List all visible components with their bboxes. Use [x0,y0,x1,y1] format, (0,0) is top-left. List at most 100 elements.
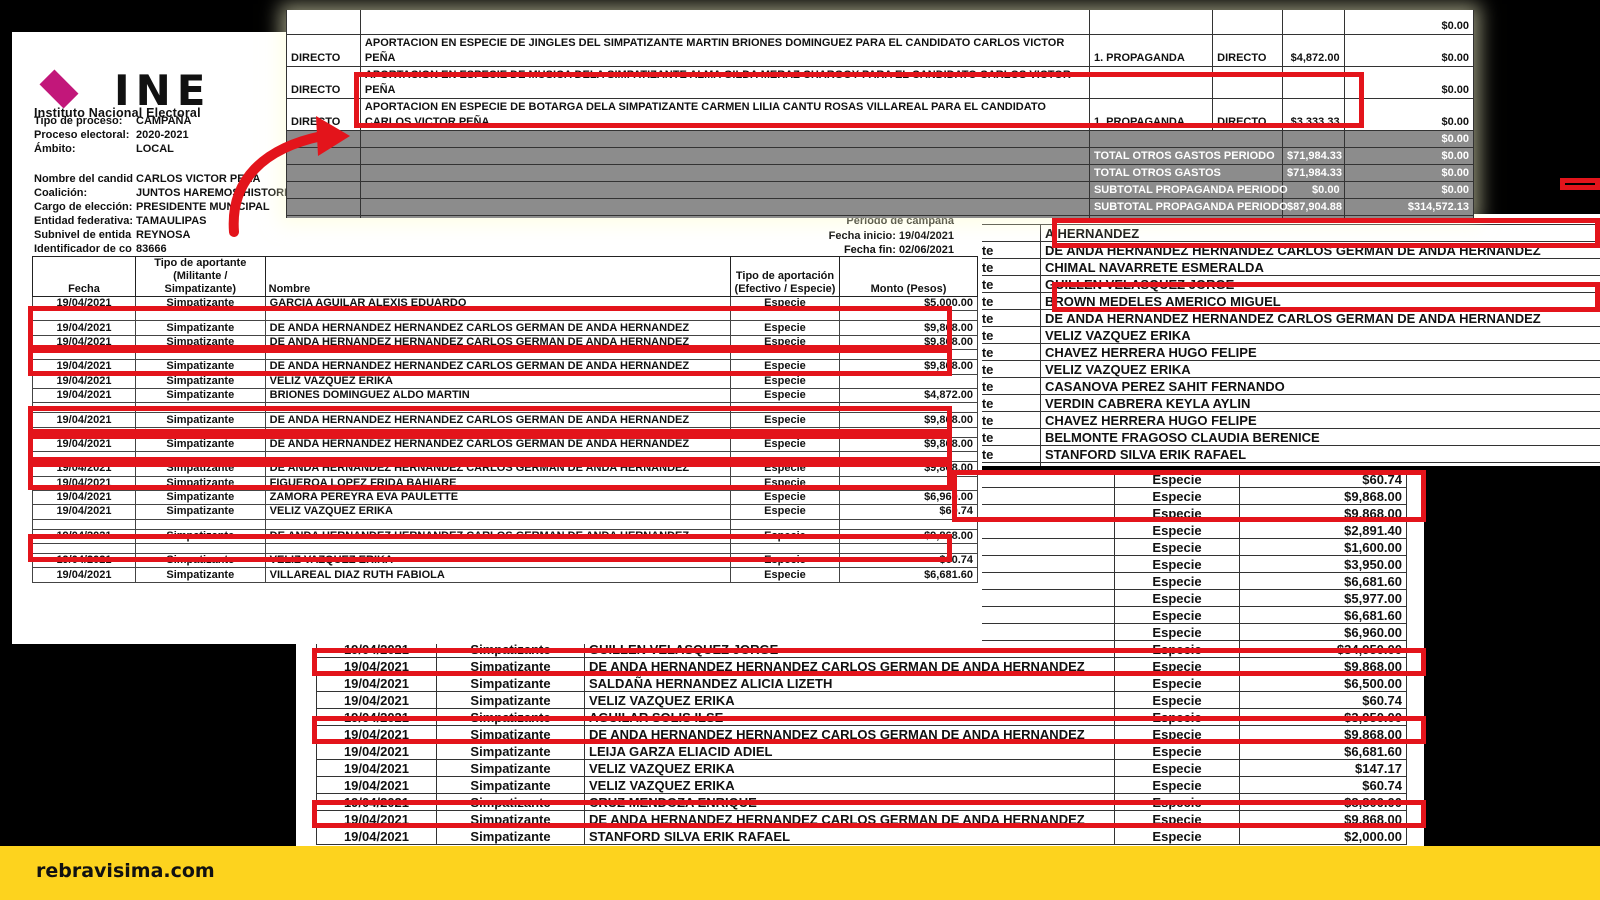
meta-value: REYNOSA [136,229,191,241]
cell-contribution-kind: Especie [729,504,841,520]
cell-date: 19/04/2021 [316,691,437,709]
cell-contributor-type: Simpatizante [436,691,585,709]
cell-name: STANFORD SILVA ERIK RAFAEL [1040,445,1600,463]
meta-label: Nombre del candid [34,173,134,185]
highlight-box [28,434,952,462]
cell-name [264,518,731,530]
cell-expense-description: APORTACION EN ESPECIE DE JINGLES DEL SIM… [359,34,1090,67]
cell-name: VERDIN CABRERA KEYLA AYLIN [1040,394,1600,412]
highlight-box [312,648,1426,676]
cell-contribution-kind: Especie [729,373,841,389]
cell-total-label: SUBTOTAL PROPAGANDA PERIODO [1088,198,1288,216]
cell-blank [359,130,1090,148]
cell-name: VELIZ VAZQUEZ ERIKA [584,691,1115,709]
right-contribution-table: A HERNANDEZatizanteDE ANDA HERNANDEZ HER… [940,224,1600,466]
cell-expense-amount [1281,10,1345,35]
cell-amount: $1,600.00 [1239,538,1407,556]
cell-contribution-kind: Especie [1114,623,1240,641]
highlight-box [354,72,1364,128]
cell-contributor-type: Simpatizante [134,504,266,520]
cell-total-label: SUBTOTAL PROPAGANDA PERIODO [1088,181,1288,199]
meta-value: 83666 [136,243,167,255]
table-row [32,518,978,530]
cell-amount: $6,500.00 [1239,674,1407,692]
highlight-box [28,306,952,350]
table-row: 19/04/2021 Simpatizante VELIZ VAZQUEZ ERI… [32,373,978,389]
cell-total-amount-2: $0.00 [1343,164,1474,182]
cell-name: VELIZ VAZQUEZ ERIKA [584,776,1115,794]
cell-blank [359,215,1090,218]
table-row: atizante VERDIN CABRERA KEYLA AYLIN [940,394,1600,412]
cell-contributor-type: Simpatizante [436,759,585,777]
cell-date: 19/04/2021 [316,759,437,777]
highlight-box [1052,218,1600,248]
cell-total-amount: $71,984.33 [1281,164,1345,182]
meta-value: CAMPAÑA [136,115,192,127]
table-row: atizanteSTANFORD SILVA ERIK RAFAEL [940,445,1600,463]
cell-total-label: TOTAL OTROS GASTOS PERIODO [1088,147,1283,165]
meta-value: LOCAL [136,143,174,155]
cell-expense-description [359,10,1090,35]
cell-date: 19/04/2021 [32,387,136,404]
cell-amount: $6,681.60 [1239,742,1407,760]
cell-amount: $2,891.40 [1239,521,1407,539]
meta-label: Cargo de elección: [34,201,133,213]
cell-amount [839,373,978,389]
cell-expense-type [1212,10,1283,35]
cell-contribution-kind: Especie [1114,759,1240,777]
cell-contributor-type: Simpatizante [134,387,266,404]
cell-amount: $5,977.00 [1239,589,1407,607]
cell-contribution-kind [729,518,841,530]
cell-expense-category [1088,10,1214,35]
red-arrow-icon [228,116,350,237]
cell-contributor-type: Simpatizante [134,373,266,389]
cell-total-label [1088,130,1283,148]
cell-blank [359,181,1090,199]
cell-contribution-kind: Especie [1114,538,1240,556]
cell-contribution-kind: Especie [729,567,841,583]
highlight-box [1560,178,1600,190]
cell-expense-amount-2: $0.00 [1343,34,1474,67]
table-row: 19/04/2021 Simpatizante VILLAREAL DIAZ RUT… [32,567,978,583]
brand-link[interactable]: rebravisima.com [36,860,215,882]
cell-date: 19/04/2021 [316,674,437,692]
table-row: atizante COMPIAN ALVAREZ JUAN FRANCISCO [940,462,1600,466]
cell-name: LEIJA GARZA ELIACID ADIEL [584,742,1115,760]
cell-expense-type: DIRECTO [1212,34,1283,67]
cell-amount: $4,872.00 [839,387,978,404]
cell-name: CHIMAL NAVARRETE ESMERALDA [1040,258,1600,276]
cell-contributor-type: Simpatizante [436,674,585,692]
table-row: 19/04/2021 Simpatizante VELIZ VAZQUEZ ERIK… [316,691,1407,709]
cell-contribution-kind: Especie [1114,691,1240,709]
highlight-box [312,716,1426,744]
cell-name: ZAMORA PEREYRA EVA PAULETTE [264,489,731,506]
cell-expense-amount-2: $0.00 [1343,10,1474,35]
cell-contribution-kind: Especie [1114,606,1240,624]
meta-label: Proceso electoral: [34,129,130,141]
highlight-box [952,470,1426,522]
cell-expense-amount: $4,872.00 [1281,34,1345,67]
highlight-box [28,406,952,434]
cell-date: 19/04/2021 [316,742,437,760]
table-row: 19/04/2021 Simpatizante SALDAÑA HERNANDEZ… [316,674,1407,692]
highlight-box [312,800,1426,828]
totals-row: $0.00 [286,130,1474,148]
table-row: 19/04/2021 Simpatizante VELIZ VAZQUEZ ERIK… [316,759,1407,777]
cell-blank [359,198,1090,216]
table-row: 19/04/2021 Simpatizante VELIZ VAZQUEZ ERIK… [316,776,1407,794]
table-row: atizanteCHAVEZ HERRERA HUGO FELIPE [940,343,1600,361]
table-row: atizante CHIMAL NAVARRETE ESMERALDA [940,258,1600,276]
cell-contribution-kind: Especie [729,489,841,506]
table-row: atizanteBELMONTE FRAGOSO CLAUDIA BERENIC… [940,428,1600,446]
meta-label: Entidad federativa: [34,215,134,227]
cell-name: VELIZ VAZQUEZ ERIKA [1040,360,1600,378]
cell-total-amount-2: $0.00 [1343,130,1474,148]
highlight-box [28,348,952,376]
header-contribution-kind: Tipo de aportación (Efectivo / Especie) [729,256,841,297]
ine-diamond-icon [39,69,79,109]
cell-date: 19/04/2021 [32,489,136,506]
cell-name: BRIONES DOMINGUEZ ALDO MARTIN [264,387,731,404]
cell-name: VILLAREAL DIAZ RUTH FABIOLA [264,567,731,583]
cell-name: VELIZ VAZQUEZ ERIKA [1040,326,1600,344]
table-row: 19/04/2021 Simpatizante BRIONES DOMINGUEZ… [32,387,978,404]
